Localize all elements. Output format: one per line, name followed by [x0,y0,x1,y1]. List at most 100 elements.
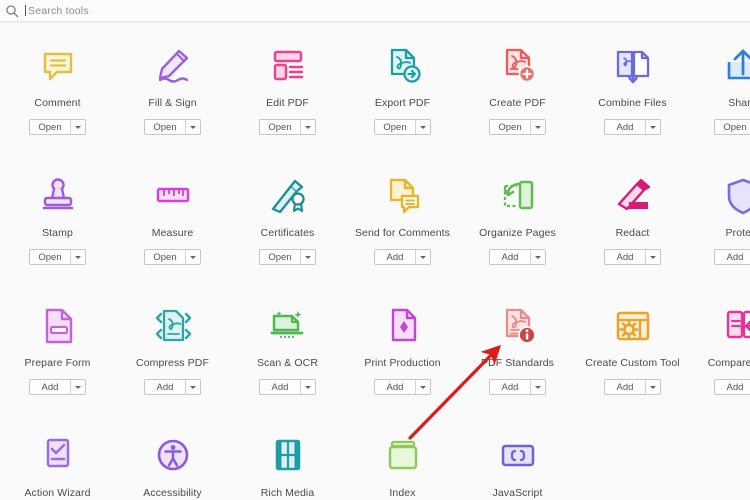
share-upload-icon[interactable] [720,40,750,86]
tool-card[interactable]: Prepare Form Add [0,286,115,395]
tool-card[interactable]: Export PDF Open [345,26,460,135]
tool-card[interactable]: Create PDF Open [460,26,575,135]
search-bar[interactable]: Search tools [0,0,750,21]
combine-files-icon[interactable] [610,40,656,86]
tool-card[interactable]: Fill & Sign Open [115,26,230,135]
create-pdf-icon[interactable] [495,40,541,86]
tool-action-label[interactable]: Open [30,250,70,264]
tool-action-button[interactable]: Add [489,249,546,265]
tool-action-button[interactable]: Add [144,379,201,395]
tool-action-button[interactable]: Open [144,249,201,265]
prepare-form-icon[interactable] [35,300,81,346]
tool-action-label[interactable]: Add [490,250,530,264]
tool-card[interactable]: Compress PDF Add [115,286,230,395]
edit-layout-icon[interactable] [265,40,311,86]
javascript-icon[interactable] [495,430,541,476]
tool-action-button[interactable]: Add [374,379,431,395]
tool-card[interactable]: Redact Add [575,156,690,265]
tool-card[interactable]: Edit PDF Open [230,26,345,135]
tool-action-button[interactable]: Open [259,119,316,135]
scanner-icon[interactable] [265,300,311,346]
chevron-down-icon[interactable] [645,380,660,394]
chevron-down-icon[interactable] [645,120,660,134]
tool-action-button[interactable]: Open [374,119,431,135]
tool-card[interactable]: Create Custom Tool Add [575,286,690,395]
tool-action-label[interactable]: Open [30,120,70,134]
tool-action-label[interactable]: Open [375,120,415,134]
tool-action-label[interactable]: Add [145,380,185,394]
tool-action-button[interactable]: Add [259,379,316,395]
tool-action-label[interactable]: Add [375,250,415,264]
tool-action-label[interactable]: Open [260,120,300,134]
chevron-down-icon[interactable] [185,380,200,394]
tool-action-label[interactable]: Add [605,250,645,264]
tool-action-button[interactable]: Open [29,249,86,265]
tool-action-button[interactable]: Add [29,379,86,395]
ruler-icon[interactable] [150,170,196,216]
chevron-down-icon[interactable] [185,250,200,264]
tool-action-button[interactable]: Open [144,119,201,135]
compress-pdf-icon[interactable] [150,300,196,346]
tool-card[interactable]: Scan & OCR Add [230,286,345,395]
redact-marker-icon[interactable] [610,170,656,216]
tool-action-label[interactable]: Open [145,120,185,134]
chevron-down-icon[interactable] [530,380,545,394]
tool-card[interactable]: Print Production Add [345,286,460,395]
chevron-down-icon[interactable] [185,120,200,134]
accessibility-icon[interactable] [150,430,196,476]
tool-action-label[interactable]: Add [375,380,415,394]
tool-card[interactable]: Accessibility [115,416,230,499]
organize-pages-icon[interactable] [495,170,541,216]
tool-action-label[interactable]: Add [260,380,300,394]
tool-action-button[interactable]: Open [489,119,546,135]
tool-action-label[interactable]: Add [715,250,750,264]
chevron-down-icon[interactable] [300,120,315,134]
chevron-down-icon[interactable] [415,380,430,394]
chevron-down-icon[interactable] [530,120,545,134]
tool-card[interactable]: Index [345,416,460,499]
print-production-icon[interactable] [380,300,426,346]
chevron-down-icon[interactable] [300,250,315,264]
chevron-down-icon[interactable] [645,250,660,264]
tool-card[interactable]: Measure Open [115,156,230,265]
tool-action-button[interactable]: Open [29,119,86,135]
chevron-down-icon[interactable] [415,120,430,134]
tool-action-button[interactable]: Add [489,379,546,395]
tool-action-button[interactable]: Add [714,379,750,395]
tool-action-label[interactable]: Add [490,380,530,394]
tool-card[interactable]: Compare Files Add [685,286,750,395]
export-pdf-icon[interactable] [380,40,426,86]
tool-action-button[interactable]: Add [604,249,661,265]
tool-card[interactable]: Stamp Open [0,156,115,265]
compare-files-icon[interactable] [720,300,750,346]
tool-action-label[interactable]: Add [605,380,645,394]
stamp-icon[interactable] [35,170,81,216]
tool-action-label[interactable]: Open [490,120,530,134]
tool-card[interactable]: JavaScript [460,416,575,499]
search-input[interactable]: Search tools [28,5,89,17]
chevron-down-icon[interactable] [530,250,545,264]
tool-action-button[interactable]: Add [604,379,661,395]
tool-action-label[interactable]: Add [715,380,750,394]
tool-card[interactable]: Comment Open [0,26,115,135]
tool-action-button[interactable]: Open [714,119,750,135]
tool-card[interactable]: Protect Add [685,156,750,265]
tool-action-label[interactable]: Open [260,250,300,264]
tool-card[interactable]: Combine Files Add [575,26,690,135]
film-strip-icon[interactable] [265,430,311,476]
comment-bubble-icon[interactable] [35,40,81,86]
tool-action-button[interactable]: Add [714,249,750,265]
tool-action-label[interactable]: Open [145,250,185,264]
tool-action-label[interactable]: Open [715,120,750,134]
pen-sign-icon[interactable] [150,40,196,86]
chevron-down-icon[interactable] [300,380,315,394]
shield-icon[interactable] [720,170,750,216]
pdf-standards-icon[interactable] [495,300,541,346]
chevron-down-icon[interactable] [70,250,85,264]
custom-tool-icon[interactable] [610,300,656,346]
tool-card[interactable]: Rich Media [230,416,345,499]
tool-card[interactable]: Organize Pages Add [460,156,575,265]
chevron-down-icon[interactable] [70,120,85,134]
tool-action-button[interactable]: Add [604,119,661,135]
tool-card[interactable]: Share Open [685,26,750,135]
